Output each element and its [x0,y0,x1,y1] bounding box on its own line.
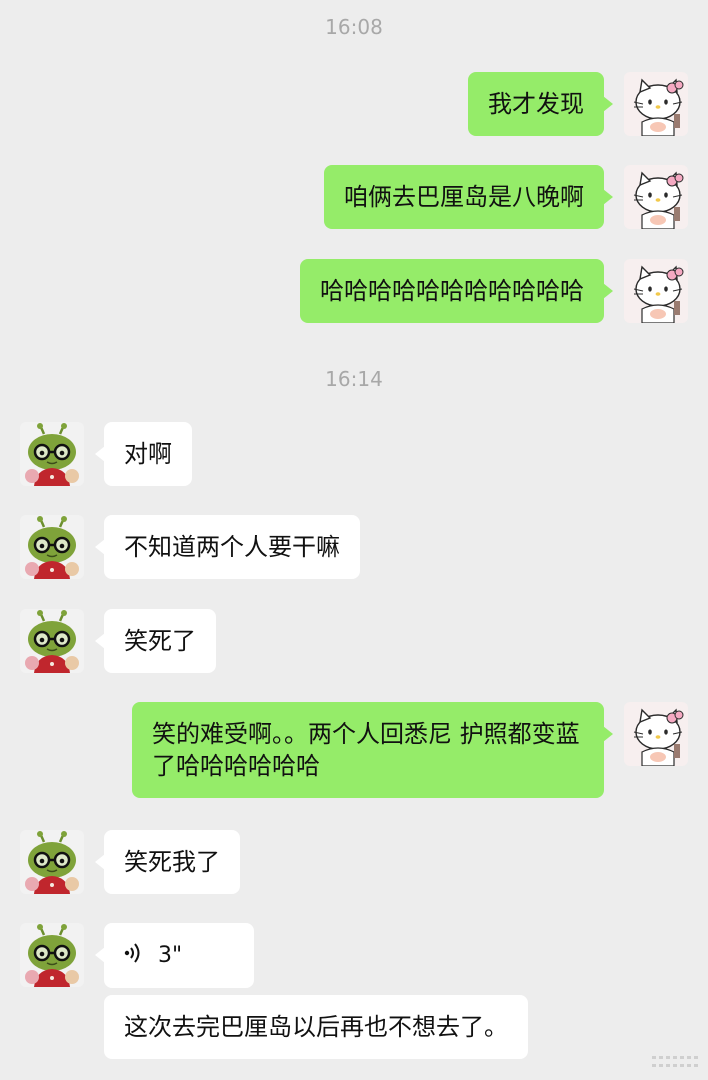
contact-message-bubble[interactable]: 不知道两个人要干嘛 [95,515,360,579]
voice-transcript: 这次去完巴厘岛以后再也不想去了。 [104,995,528,1059]
timestamp: 16:08 [325,15,383,39]
my-avatar-hello-kitty[interactable] [624,165,688,229]
my-message-bubble[interactable]: 笑的难受啊。。两个人回悉尼 护照都变蓝了哈哈哈哈哈哈 [132,702,613,798]
my-message-bubble[interactable]: 咱俩去巴厘岛是八晚啊 [324,165,613,229]
contact-avatar-green-bug[interactable] [20,609,84,673]
contact-message-bubble[interactable]: 笑死我了 [95,830,240,894]
timestamp: 16:14 [325,367,383,391]
contact-avatar-green-bug[interactable] [20,830,84,894]
voice-duration: 3" [158,943,183,968]
voice-wave-icon [124,940,144,972]
contact-avatar-green-bug[interactable] [20,923,84,987]
my-avatar-hello-kitty[interactable] [624,72,688,136]
my-avatar-hello-kitty[interactable] [624,702,688,766]
voice-message-bubble[interactable]: 3" [95,923,254,988]
contact-message-bubble[interactable]: 笑死了 [95,609,216,673]
contact-message-bubble[interactable]: 对啊 [95,422,192,486]
contact-avatar-green-bug[interactable] [20,515,84,579]
my-message-bubble[interactable]: 我才发现 [468,72,613,136]
my-message-bubble[interactable]: 哈哈哈哈哈哈哈哈哈哈哈 [300,259,613,323]
my-avatar-hello-kitty[interactable] [624,259,688,323]
watermark [650,1052,700,1074]
contact-avatar-green-bug[interactable] [20,422,84,486]
